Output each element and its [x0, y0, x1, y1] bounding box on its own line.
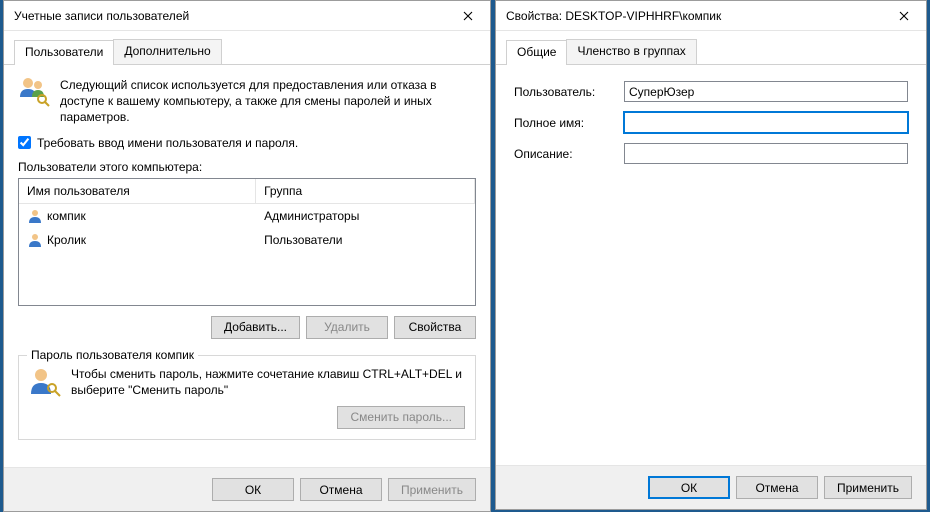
apply-button[interactable]: Применить	[824, 476, 912, 499]
close-button[interactable]	[446, 2, 490, 30]
list-row[interactable]: Кролик Пользователи	[19, 228, 475, 252]
col-group[interactable]: Группа	[256, 179, 475, 203]
tab-content: Следующий список используется для предос…	[4, 65, 490, 467]
intro: Следующий список используется для предос…	[18, 75, 476, 126]
require-login-checkbox[interactable]	[18, 136, 31, 149]
intro-text: Следующий список используется для предос…	[60, 75, 476, 126]
ok-button[interactable]: ОК	[648, 476, 730, 499]
cancel-button[interactable]: Отмена	[736, 476, 818, 499]
col-username[interactable]: Имя пользователя	[19, 179, 256, 203]
require-login-label: Требовать ввод имени пользователя и паро…	[37, 136, 298, 150]
password-groupbox: Пароль пользователя компик Чтобы сменить…	[18, 355, 476, 440]
window-title: Учетные записи пользователей	[14, 9, 446, 23]
password-group-title: Пароль пользователя компик	[27, 348, 198, 362]
list-actions: Добавить... Удалить Свойства	[18, 316, 476, 339]
apply-button: Применить	[388, 478, 476, 501]
require-login-row[interactable]: Требовать ввод имени пользователя и паро…	[18, 136, 476, 150]
tab-membership[interactable]: Членство в группах	[566, 39, 696, 64]
user-icon	[27, 232, 43, 248]
dialog-footer: ОК Отмена Применить	[4, 467, 490, 511]
dialog-footer: ОК Отмена Применить	[496, 465, 926, 509]
row-name: Кролик	[47, 233, 86, 247]
tab-bar: Пользователи Дополнительно	[4, 31, 490, 65]
user-accounts-window: Учетные записи пользователей Пользовател…	[3, 0, 491, 512]
close-icon	[899, 11, 909, 21]
user-properties-window: Свойства: DESKTOP-VIPHHRF\компик Общие Ч…	[495, 0, 927, 510]
description-field[interactable]	[624, 143, 908, 164]
close-icon	[463, 11, 473, 21]
users-list-label: Пользователи этого компьютера:	[18, 160, 476, 174]
fullname-field[interactable]	[624, 112, 908, 133]
tab-bar: Общие Членство в группах	[496, 31, 926, 65]
titlebar[interactable]: Свойства: DESKTOP-VIPHHRF\компик	[496, 1, 926, 31]
description-label: Описание:	[514, 147, 614, 161]
properties-button[interactable]: Свойства	[394, 316, 476, 339]
list-row[interactable]: компик Администраторы	[19, 204, 475, 228]
cancel-button[interactable]: Отмена	[300, 478, 382, 501]
tab-advanced[interactable]: Дополнительно	[113, 39, 221, 64]
titlebar[interactable]: Учетные записи пользователей	[4, 1, 490, 31]
ok-button[interactable]: ОК	[212, 478, 294, 501]
row-name: компик	[47, 209, 86, 223]
tab-users[interactable]: Пользователи	[14, 40, 114, 65]
row-group: Администраторы	[256, 207, 475, 225]
tab-content: Пользователь: Полное имя: Описание:	[496, 65, 926, 465]
add-button[interactable]: Добавить...	[211, 316, 300, 339]
change-password-button: Сменить пароль...	[337, 406, 465, 429]
properties-form: Пользователь: Полное имя: Описание:	[510, 75, 912, 180]
list-header: Имя пользователя Группа	[19, 179, 475, 204]
window-title: Свойства: DESKTOP-VIPHHRF\компик	[506, 9, 882, 23]
users-keys-icon	[18, 75, 50, 107]
fullname-label: Полное имя:	[514, 116, 614, 130]
user-icon	[27, 208, 43, 224]
user-label: Пользователь:	[514, 85, 614, 99]
user-field[interactable]	[624, 81, 908, 102]
user-key-icon	[29, 366, 61, 398]
row-group: Пользователи	[256, 231, 475, 249]
password-text: Чтобы сменить пароль, нажмите сочетание …	[71, 366, 465, 398]
remove-button: Удалить	[306, 316, 388, 339]
users-list[interactable]: Имя пользователя Группа компик Администр…	[18, 178, 476, 306]
close-button[interactable]	[882, 2, 926, 30]
tab-general[interactable]: Общие	[506, 40, 567, 65]
